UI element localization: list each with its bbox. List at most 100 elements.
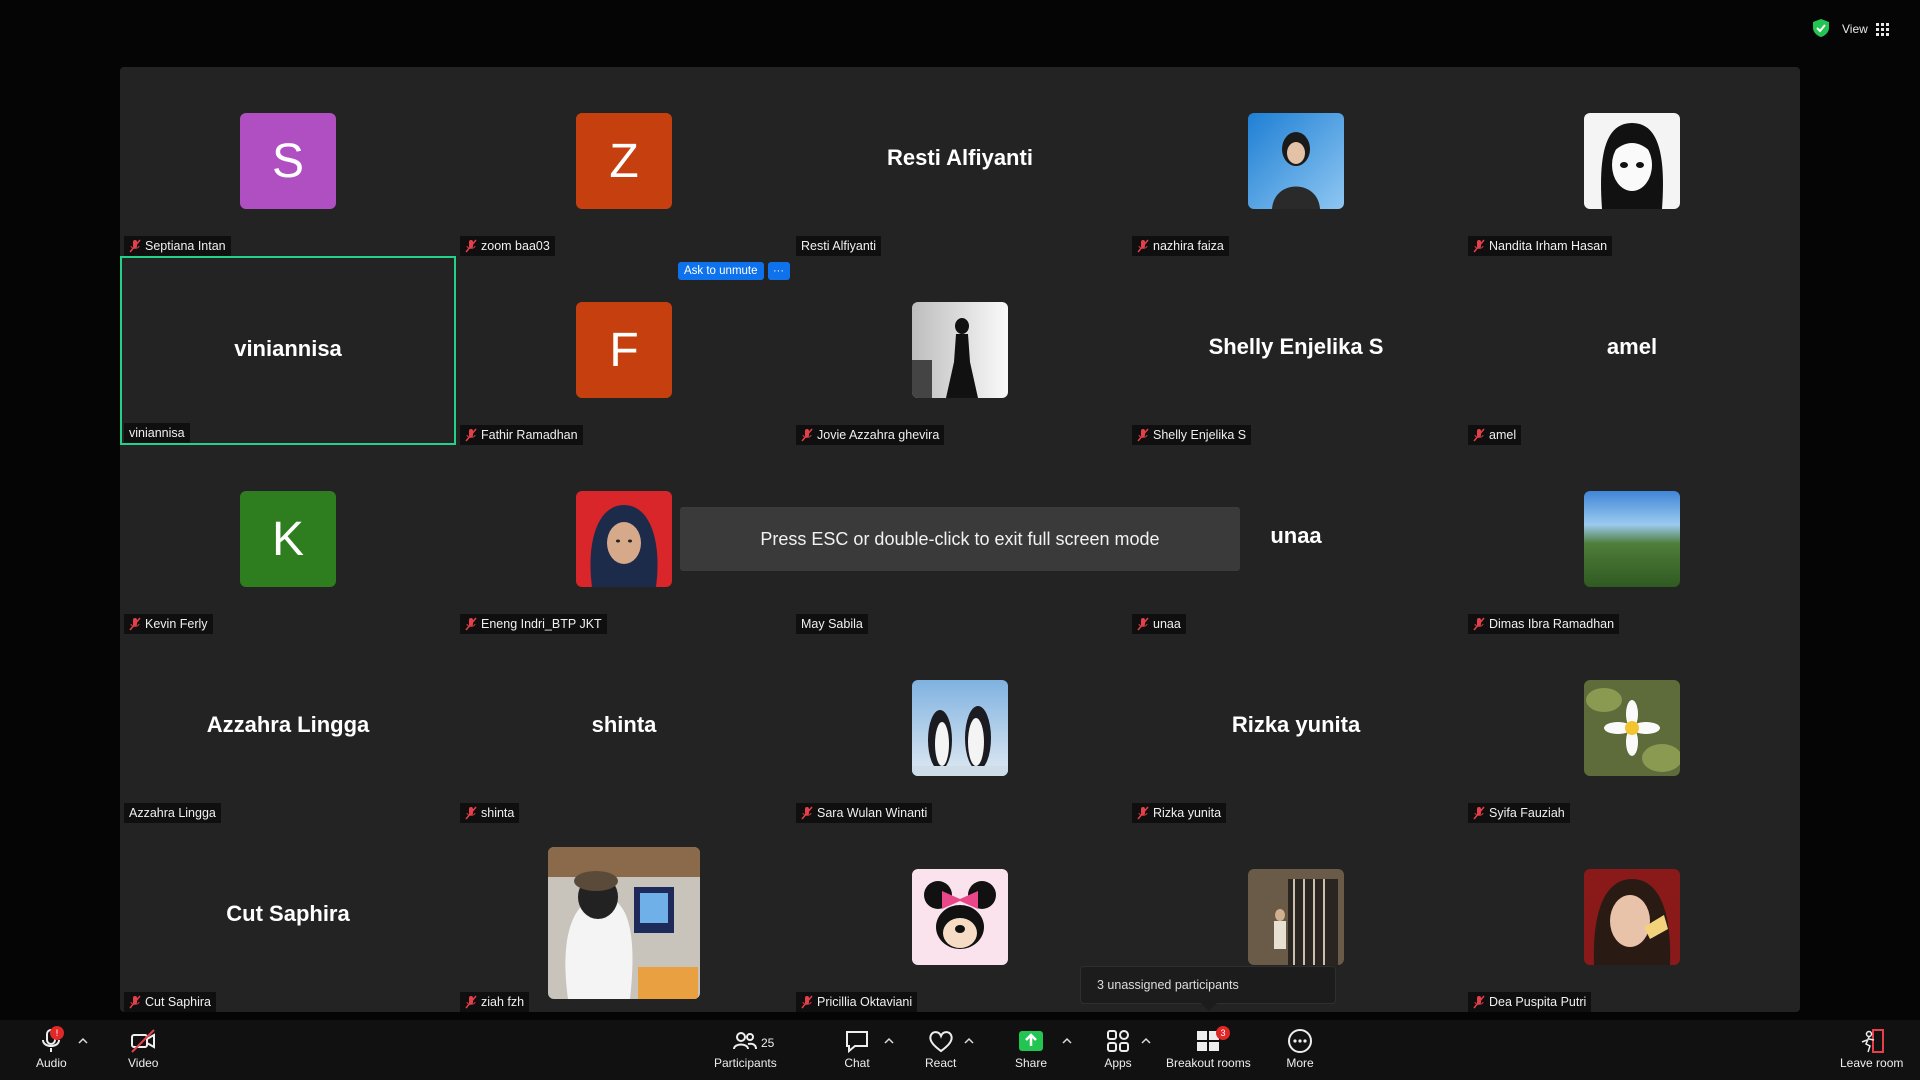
top-bar: View	[0, 0, 1920, 64]
participant-tile[interactable]: F Fathir Ramadhan	[456, 256, 792, 445]
participant-tile[interactable]: Nandita Irham Hasan	[1464, 67, 1800, 256]
nameplate: May Sabila	[796, 614, 868, 634]
participant-tile[interactable]: shinta shinta	[456, 634, 792, 823]
meeting-toolbar: Audio ! Video Participants 25 Chat React…	[0, 1020, 1920, 1080]
participant-tile[interactable]: Shelly Enjelika S Shelly Enjelika S	[1128, 256, 1464, 445]
participant-tile[interactable]: Jovie Azzahra ghevira	[792, 256, 1128, 445]
participant-name: Jovie Azzahra ghevira	[817, 428, 940, 442]
landscape-photo	[1584, 491, 1680, 587]
mic-muted-icon	[1473, 806, 1485, 820]
shield-check-icon[interactable]	[1811, 18, 1831, 38]
mic-muted-icon	[465, 995, 477, 1009]
hijab-portrait-icon	[590, 505, 658, 587]
participant-tile[interactable]: Sara Wulan Winanti	[792, 634, 1128, 823]
mic-muted-icon	[129, 239, 141, 253]
chevron-up-icon[interactable]	[884, 1036, 894, 1046]
video-button[interactable]: Video	[128, 1028, 158, 1070]
participant-tile[interactable]: Dimas Ibra Ramadhan	[1464, 445, 1800, 634]
share-button[interactable]: Share	[1015, 1028, 1047, 1070]
more-button[interactable]: More	[1286, 1028, 1314, 1070]
participant-name: Sara Wulan Winanti	[817, 806, 928, 820]
avatar: K	[240, 491, 336, 587]
penguins-icon	[912, 706, 1008, 776]
participant-tile[interactable]: Azzahra Lingga Azzahra Lingga	[120, 634, 456, 823]
nameplate: Kevin Ferly	[124, 614, 213, 634]
participant-tile[interactable]: K Kevin Ferly	[120, 445, 456, 634]
apps-button[interactable]: Apps	[1104, 1028, 1132, 1070]
nameplate: shinta	[460, 803, 520, 823]
leave-door-icon	[1861, 1029, 1884, 1053]
chevron-up-icon[interactable]	[78, 1036, 88, 1046]
avatar-initial: Z	[609, 134, 639, 188]
participant-display-name: Cut Saphira	[226, 901, 350, 926]
mic-muted-icon	[1137, 806, 1149, 820]
chevron-up-icon[interactable]	[964, 1036, 974, 1046]
mic-muted-icon	[1473, 617, 1485, 631]
chat-icon	[846, 1031, 868, 1054]
participant-name: nazhira faiza	[1153, 239, 1224, 253]
mic-muted-icon	[465, 239, 477, 253]
apps-icon	[1107, 1030, 1129, 1052]
participant-tile[interactable]: nazhira faiza	[1128, 67, 1464, 256]
view-label: View	[1842, 22, 1868, 36]
silhouette-icon	[912, 318, 978, 398]
participant-name: zoom baa03	[481, 239, 550, 253]
react-label: React	[925, 1056, 957, 1070]
nameplate: ziah fzh	[460, 992, 530, 1012]
chevron-up-icon[interactable]	[1062, 1036, 1072, 1046]
participant-tile[interactable]: Dea Puspita Putri	[1464, 823, 1800, 1012]
participants-icon	[733, 1032, 758, 1050]
participant-tile[interactable]: Cut Saphira Cut Saphira	[120, 823, 456, 1012]
participant-name: Cut Saphira	[145, 995, 212, 1009]
nameplate: Dimas Ibra Ramadhan	[1468, 614, 1620, 634]
mic-muted-icon	[1137, 617, 1149, 631]
ask-to-unmute-button[interactable]: Ask to unmute	[678, 262, 764, 280]
participant-name: Septiana Intan	[145, 239, 226, 253]
profile-photo	[1248, 869, 1344, 965]
participant-tile[interactable]: ziah fzh	[456, 823, 792, 1012]
more-dots-icon	[1288, 1029, 1312, 1053]
nameplate: Resti Alfiyanti	[796, 236, 882, 256]
participant-display-name: Azzahra Lingga	[206, 712, 370, 737]
chat-button[interactable]: Chat	[843, 1028, 871, 1070]
participant-tile[interactable]: Resti Alfiyanti Resti Alfiyanti	[792, 67, 1128, 256]
leave-room-button[interactable]: Leave room	[1840, 1028, 1903, 1070]
participant-name: amel	[1489, 428, 1517, 442]
profile-photo	[912, 680, 1008, 776]
nameplate: Cut Saphira	[124, 992, 217, 1012]
react-button[interactable]: React	[925, 1028, 956, 1070]
manga-portrait-icon	[1601, 123, 1663, 209]
participant-name: May Sabila	[801, 617, 863, 631]
breakout-rooms-button[interactable]: Breakout rooms	[1166, 1028, 1251, 1070]
participant-tile[interactable]: Z zoom baa03	[456, 67, 792, 256]
participant-name: ziah fzh	[481, 995, 525, 1009]
chevron-up-icon[interactable]	[1141, 1036, 1151, 1046]
mic-muted-icon	[1473, 239, 1485, 253]
view-button[interactable]: View	[1842, 18, 1889, 40]
nameplate: Shelly Enjelika S	[1132, 425, 1252, 445]
participant-display-name: viniannisa	[234, 336, 342, 361]
video-off-icon	[131, 1029, 156, 1053]
unassigned-participants-tooltip[interactable]: 3 unassigned participants	[1080, 966, 1336, 1011]
mic-muted-icon	[801, 995, 813, 1009]
participant-tile[interactable]: Pricillia Oktaviani	[792, 823, 1128, 1012]
nameplate: Septiana Intan	[124, 236, 231, 256]
participant-name: Dimas Ibra Ramadhan	[1489, 617, 1615, 631]
profile-photo	[576, 491, 672, 587]
participant-tile[interactable]: Rizka yunita Rizka yunita	[1128, 634, 1464, 823]
participant-tile-active-speaker[interactable]: viniannisa viniannisa	[120, 256, 456, 445]
nameplate: Dea Puspita Putri	[1468, 992, 1592, 1012]
water-lily-icon	[1586, 688, 1680, 772]
participant-name: viniannisa	[129, 426, 185, 440]
nameplate: Eneng Indri_BTP JKT	[460, 614, 607, 634]
participant-tile[interactable]: S Septiana Intan	[120, 67, 456, 256]
more-options-button[interactable]: ···	[767, 262, 790, 280]
ask-to-unmute-popover: Ask to unmute ···	[678, 262, 790, 280]
nameplate: Jovie Azzahra ghevira	[796, 425, 945, 445]
nameplate: Pricillia Oktaviani	[796, 992, 918, 1012]
participant-tile[interactable]: Syifa Fauziah	[1464, 634, 1800, 823]
more-label: More	[1286, 1056, 1314, 1070]
participant-tile[interactable]: amel amel	[1464, 256, 1800, 445]
mic-muted-icon	[129, 617, 141, 631]
participant-name: unaa	[1153, 617, 1181, 631]
